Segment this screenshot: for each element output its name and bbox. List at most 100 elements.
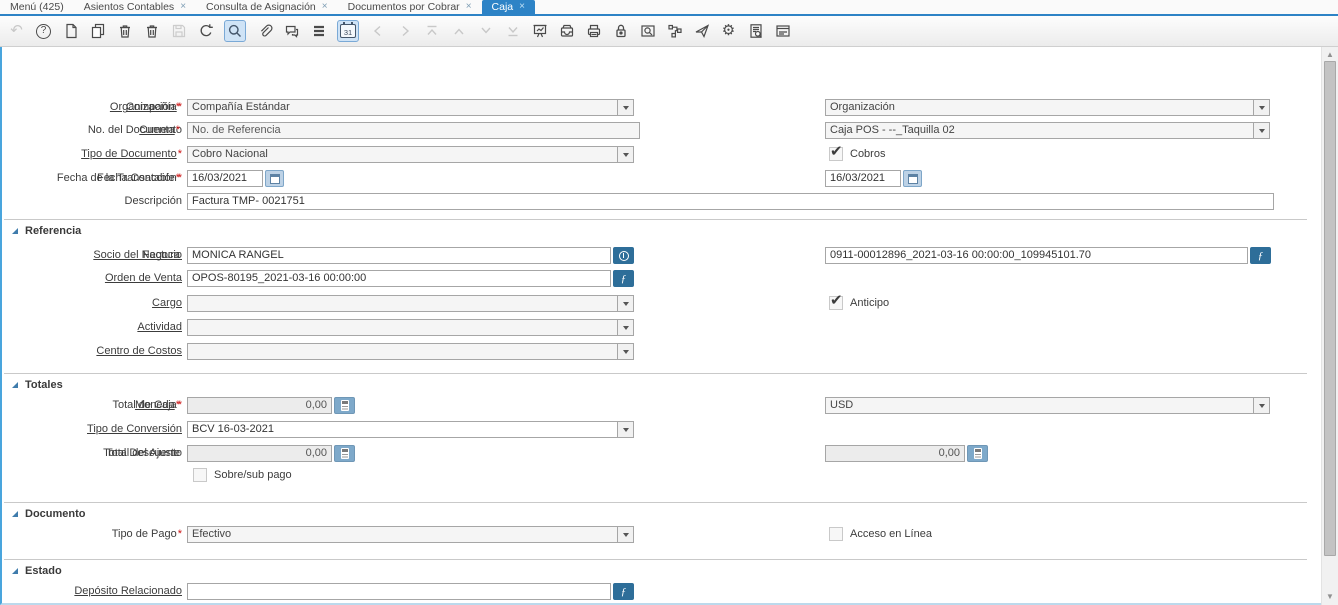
copy-record-icon[interactable] — [89, 23, 106, 40]
anticipo-checkbox[interactable]: ✔ — [829, 292, 843, 310]
zoom-record-icon: ƒ — [1257, 249, 1264, 262]
section-estado[interactable]: Estado — [12, 564, 62, 577]
calendar-icon — [269, 173, 280, 184]
archive-icon[interactable] — [558, 23, 575, 40]
workflow-icon[interactable] — [666, 23, 683, 40]
delete-record-icon[interactable] — [116, 23, 133, 40]
chevron-down-icon[interactable] — [1253, 123, 1269, 138]
collapse-icon[interactable] — [12, 381, 18, 388]
no-documento-input[interactable]: No. de Referencia — [187, 122, 640, 139]
organizacion-combo[interactable]: Organización — [825, 99, 1270, 116]
tab-label: Documentos por Cobrar — [347, 1, 460, 13]
total-ajuste-calculator-button[interactable] — [967, 445, 988, 462]
tab-menu[interactable]: Menú (425) — [0, 0, 74, 14]
chevron-down-icon[interactable] — [617, 100, 633, 115]
checkmark-icon: ✔ — [830, 292, 843, 309]
report-find-icon[interactable] — [747, 23, 764, 40]
fecha-transaccion-calendar-button[interactable] — [265, 170, 284, 187]
descripcion-input[interactable]: Factura TMP- 0021751 — [187, 193, 1274, 210]
chevron-down-icon[interactable] — [617, 147, 633, 162]
cobros-checkbox[interactable]: ✔ — [829, 143, 843, 161]
tab-consulta-asignacion[interactable]: Consulta de Asignación × — [196, 0, 338, 14]
scroll-down-icon[interactable]: ▼ — [1322, 592, 1338, 601]
tab-caja[interactable]: Caja × — [481, 0, 535, 14]
compania-combo[interactable]: Compañía Estándar — [187, 99, 634, 116]
form-icon[interactable] — [774, 23, 791, 40]
section-referencia[interactable]: Referencia — [12, 224, 81, 237]
factura-zoom-button[interactable]: ƒ — [1250, 247, 1271, 264]
chevron-down-icon[interactable] — [617, 296, 633, 311]
chevron-down-icon[interactable] — [617, 422, 633, 437]
section-totales[interactable]: Totales — [12, 378, 63, 391]
close-icon[interactable]: × — [322, 2, 328, 12]
total-descuento-calculator-button[interactable] — [334, 445, 355, 462]
close-icon[interactable]: × — [466, 2, 472, 12]
total-descuento-input[interactable]: 0,00 — [187, 445, 332, 462]
socio-negocio-info-button[interactable] — [613, 247, 634, 264]
vertical-scrollbar[interactable]: ▲ ▼ — [1321, 47, 1338, 605]
zoom-record-icon: ƒ — [620, 272, 627, 285]
refresh-icon[interactable] — [197, 23, 214, 40]
new-record-icon[interactable] — [62, 23, 79, 40]
cuenta-label: Cuenta* — [139, 124, 180, 136]
deposito-zoom-button[interactable]: ƒ — [613, 583, 634, 600]
orden-venta-zoom-button[interactable]: ƒ — [613, 270, 634, 287]
chat-icon[interactable] — [283, 23, 300, 40]
deposito-input[interactable] — [187, 583, 611, 600]
calendar-icon[interactable]: 31 — [337, 20, 359, 42]
report-icon[interactable] — [531, 23, 548, 40]
send-mail-icon[interactable] — [693, 23, 710, 40]
sobre-sub-pago-checkbox[interactable] — [193, 468, 207, 482]
collapse-icon[interactable] — [12, 510, 18, 517]
total-caja-calculator-button[interactable] — [334, 397, 355, 414]
actividad-combo[interactable] — [187, 319, 634, 336]
cuenta-combo[interactable]: Caja POS - --_Taquilla 02 — [825, 122, 1270, 139]
collapse-icon[interactable] — [12, 227, 18, 234]
fecha-transaccion-input[interactable]: 16/03/2021 — [187, 170, 263, 187]
close-icon[interactable]: × — [519, 2, 525, 12]
anticipo-label: Anticipo — [850, 297, 890, 309]
centro-costos-combo[interactable] — [187, 343, 634, 360]
checkmark-icon: ✔ — [830, 143, 843, 160]
total-ajuste-input[interactable]: 0,00 — [825, 445, 965, 462]
moneda-label: Moneda* — [134, 399, 180, 411]
tipo-documento-combo[interactable]: Cobro Nacional — [187, 146, 634, 163]
find-icon[interactable] — [224, 20, 246, 42]
tipo-conversion-combo[interactable]: BCV 16-03-2021 — [187, 421, 634, 438]
section-documento[interactable]: Documento — [12, 507, 86, 520]
scrollbar-thumb[interactable] — [1324, 61, 1336, 556]
grid-toggle-icon[interactable] — [310, 23, 327, 40]
chevron-down-icon[interactable] — [617, 527, 633, 542]
preferences-icon[interactable]: ⚙ — [720, 23, 737, 40]
calendar-icon — [907, 173, 918, 184]
socio-negocio-input[interactable]: MONICA RANGEL — [187, 247, 611, 264]
acceso-linea-checkbox[interactable] — [829, 527, 843, 541]
chevron-down-icon[interactable] — [1253, 398, 1269, 413]
zoom-across-icon[interactable] — [639, 23, 656, 40]
orden-venta-input[interactable]: OPOS-80195_2021-03-16 00:00:00 — [187, 270, 611, 287]
lock-icon[interactable] — [612, 23, 629, 40]
tipo-pago-combo[interactable]: Efectivo — [187, 526, 634, 543]
tab-label: Caja — [491, 1, 514, 13]
cargo-combo[interactable] — [187, 295, 634, 312]
parent-record-icon — [450, 23, 467, 40]
moneda-combo[interactable]: USD — [825, 397, 1270, 414]
tab-asientos-contables[interactable]: Asientos Contables × — [74, 0, 196, 14]
help-icon[interactable]: ? — [35, 23, 52, 40]
delete-selection-icon[interactable] — [143, 23, 160, 40]
chevron-down-icon[interactable] — [617, 344, 633, 359]
factura-input[interactable]: 0911-00012896_2021-03-16 00:00:00_109945… — [825, 247, 1248, 264]
close-icon[interactable]: × — [180, 2, 186, 12]
fecha-contable-input[interactable]: 16/03/2021 — [825, 170, 901, 187]
total-caja-input[interactable]: 0,00 — [187, 397, 332, 414]
chevron-down-icon[interactable] — [617, 320, 633, 335]
collapse-icon[interactable] — [12, 567, 18, 574]
print-icon[interactable] — [585, 23, 602, 40]
section-divider — [4, 219, 1307, 220]
scroll-up-icon[interactable]: ▲ — [1322, 50, 1338, 59]
attachment-icon[interactable] — [256, 23, 273, 40]
descripcion-label: Descripción — [124, 195, 182, 207]
chevron-down-icon[interactable] — [1253, 100, 1269, 115]
tab-documentos-por-cobrar[interactable]: Documentos por Cobrar × — [338, 0, 482, 14]
fecha-contable-calendar-button[interactable] — [903, 170, 922, 187]
